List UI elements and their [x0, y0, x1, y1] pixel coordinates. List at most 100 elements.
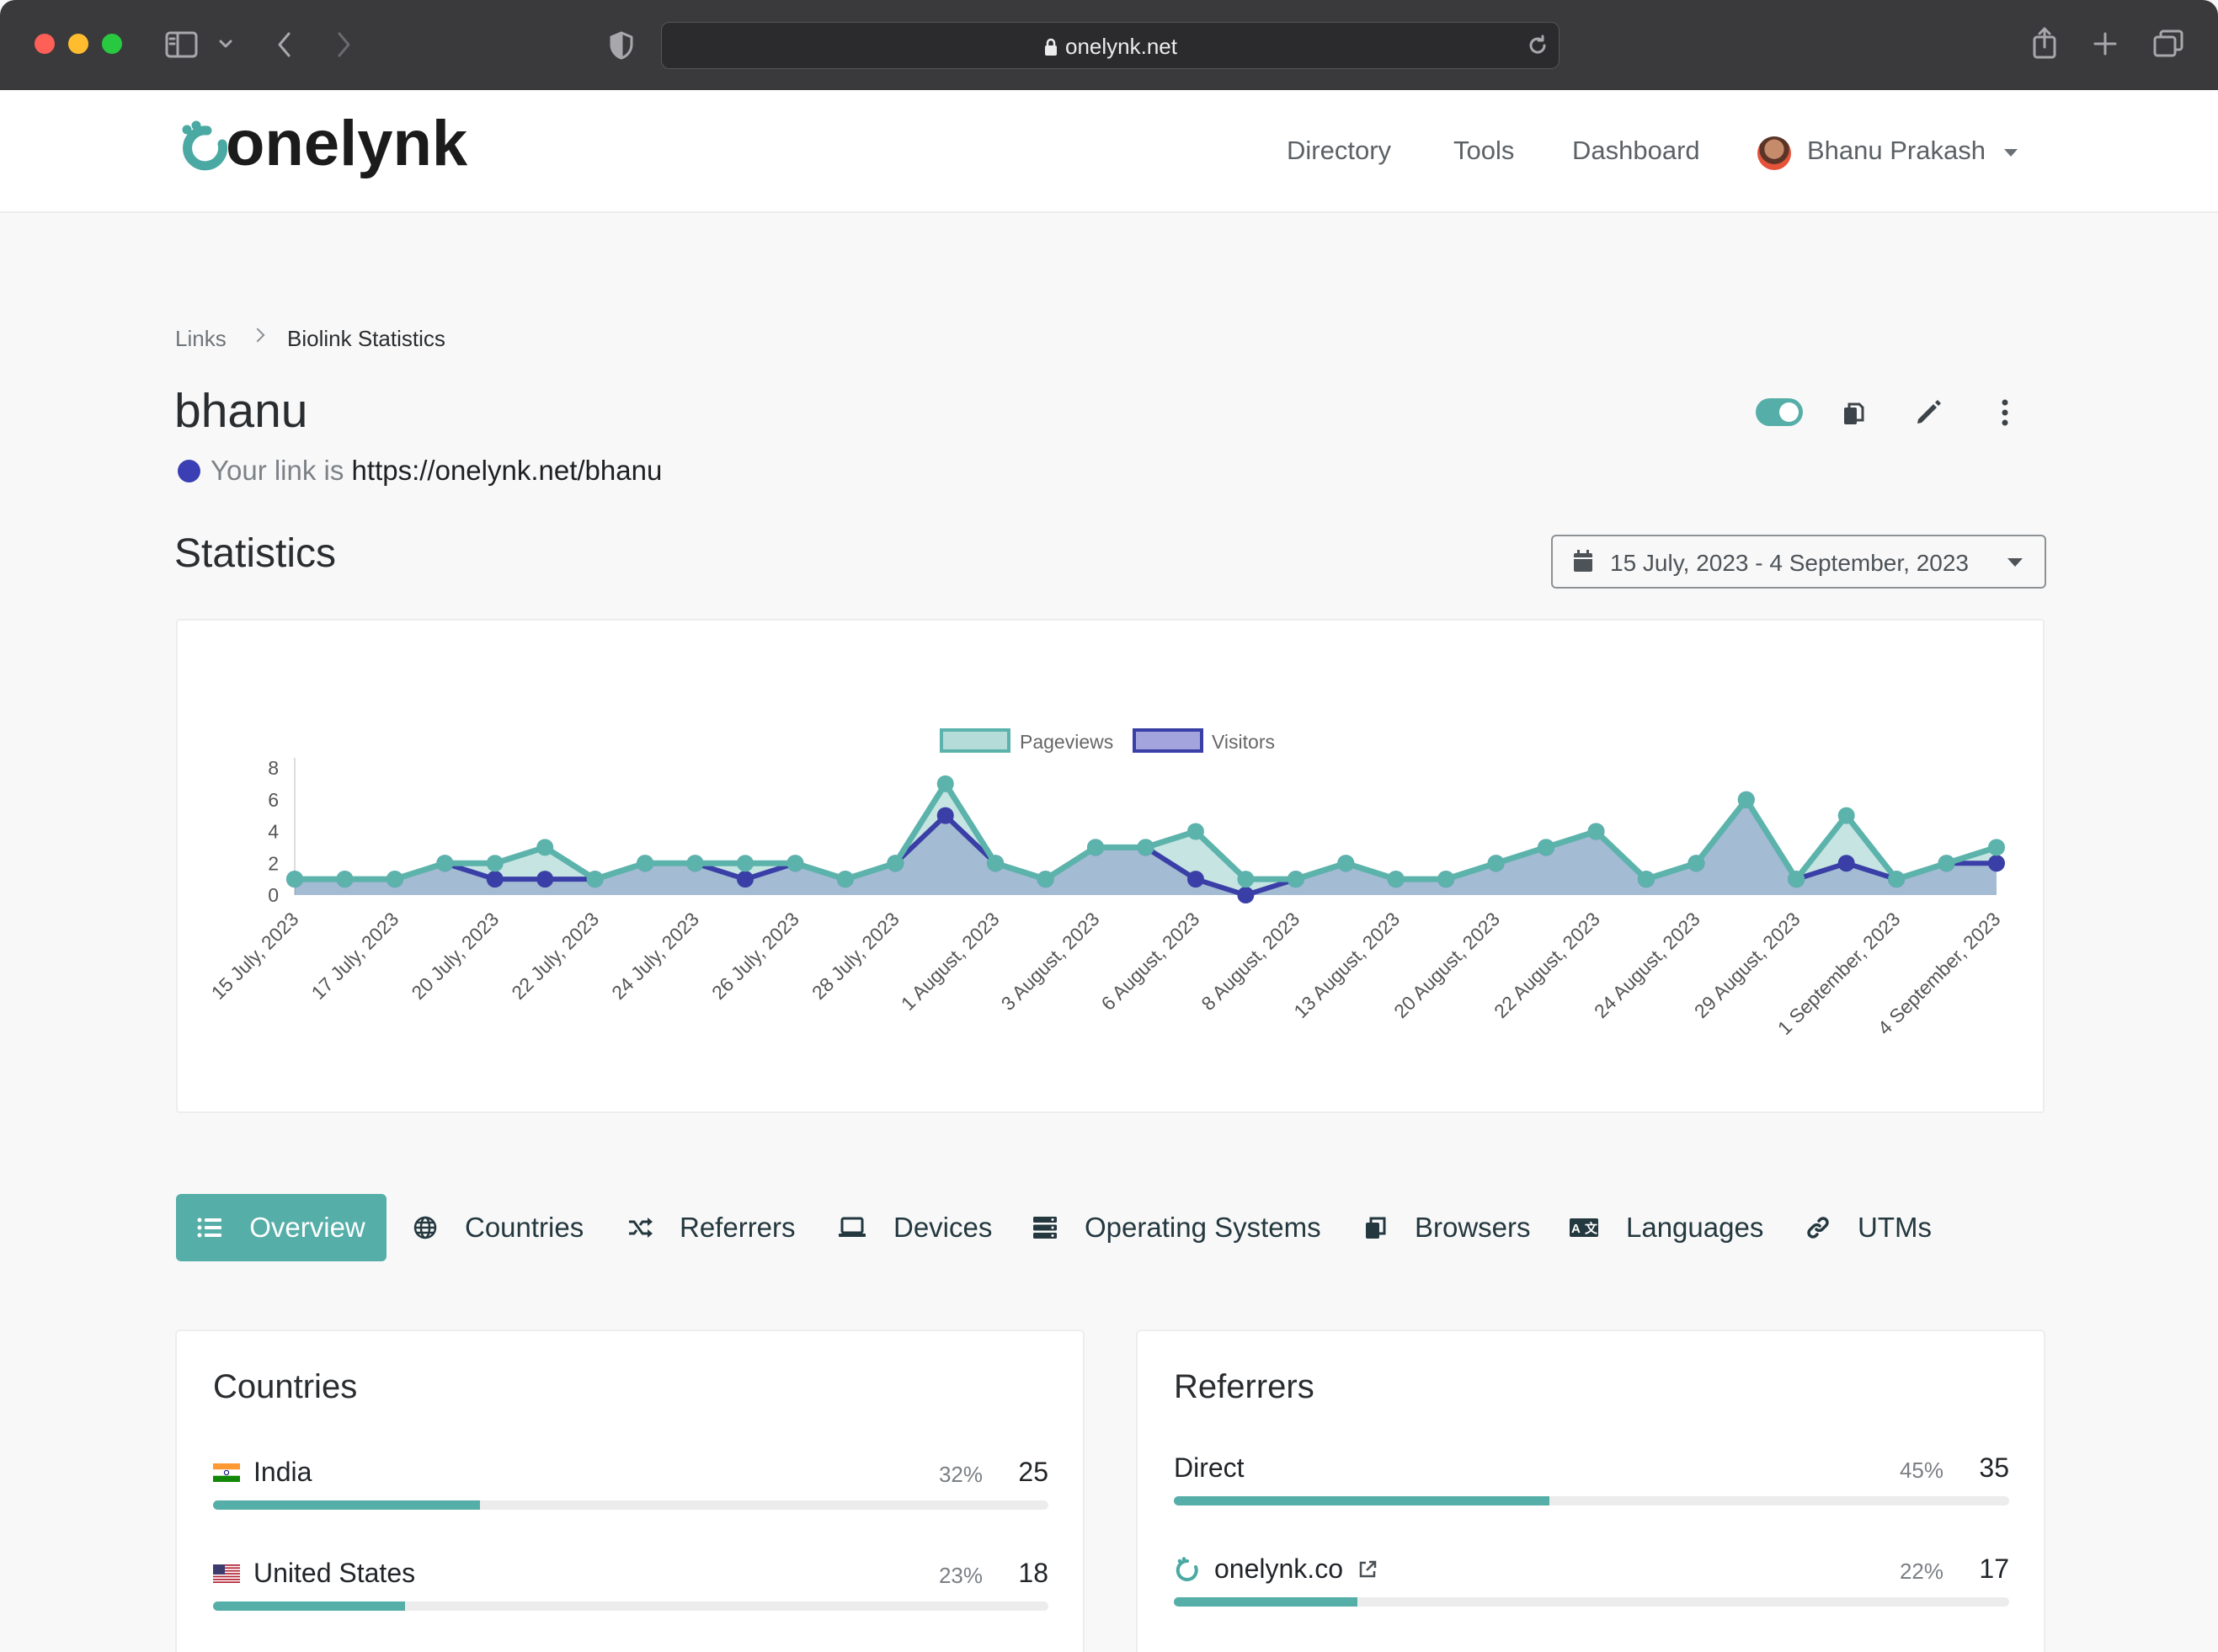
zoom-window-button[interactable] [102, 34, 122, 54]
tab-overview[interactable]: Overview [176, 1194, 387, 1261]
pageviews-point [1437, 871, 1455, 888]
tab-label: Browsers [1415, 1212, 1531, 1243]
x-tick-label: 24 July, 2023 [607, 908, 703, 1004]
nav-dashboard[interactable]: Dashboard [1572, 136, 1700, 166]
tab-browsers[interactable]: Browsers [1364, 1194, 1533, 1261]
external-link-icon[interactable] [1357, 1559, 1378, 1580]
user-menu-name[interactable]: Bhanu Prakash [1807, 136, 1986, 166]
referrers-card: Referrers Direct 45% 35 onelynk.co 22% 1… [1136, 1330, 2045, 1652]
tab-overview-icon[interactable] [2152, 29, 2184, 59]
x-tick-label: 1 August, 2023 [897, 908, 1004, 1015]
x-tick-label: 17 July, 2023 [307, 908, 403, 1004]
breadcrumb-links[interactable]: Links [175, 326, 227, 352]
pageviews-point [836, 871, 854, 888]
pageviews-point [386, 871, 403, 888]
pageviews-point [536, 839, 554, 856]
country-name-united-states: United States [213, 1558, 415, 1589]
us-flag-icon [213, 1564, 240, 1583]
country-label: India [253, 1457, 312, 1487]
tab-languages[interactable]: A 文 Languages [1569, 1194, 1763, 1261]
avatar[interactable] [1757, 136, 1791, 170]
tab-operating-systems[interactable]: Operating Systems [1032, 1194, 1327, 1261]
tab-countries[interactable]: Countries [413, 1194, 606, 1261]
link-icon [1805, 1215, 1844, 1240]
pageviews-point [637, 855, 654, 872]
country-percent: 32% [938, 1462, 983, 1487]
visitors-point [1186, 871, 1204, 888]
back-arrow-icon[interactable] [275, 30, 295, 59]
date-range-text: 15 July, 2023 - 4 September, 2023 [1610, 550, 1969, 576]
country-count: 25 [1018, 1457, 1048, 1487]
close-window-button[interactable] [35, 34, 55, 54]
onelynk-logo[interactable]: onelynk [177, 115, 480, 186]
nav-directory[interactable]: Directory [1287, 136, 1391, 166]
pageviews-point [486, 855, 504, 872]
pageviews-point [1487, 855, 1505, 872]
date-range-picker[interactable]: 15 July, 2023 - 4 September, 2023 [1551, 535, 2046, 589]
referrer-percent: 45% [1899, 1457, 1943, 1483]
forward-arrow-icon[interactable] [333, 30, 354, 59]
minimize-window-button[interactable] [68, 34, 88, 54]
url-text: onelynk.net [1065, 34, 1177, 59]
tab-label: Countries [465, 1212, 584, 1243]
link-enabled-toggle[interactable] [1756, 398, 1803, 426]
legend-label-pageviews: Pageviews [1020, 731, 1113, 753]
logo-text: onelynk [226, 115, 468, 179]
sidebar-icon[interactable] [165, 30, 199, 59]
list-icon [197, 1217, 236, 1239]
statistics-title: Statistics [174, 531, 337, 576]
pageviews-point [1788, 871, 1805, 888]
x-tick-label: 15 July, 2023 [207, 908, 303, 1004]
tab-devices[interactable]: Devices [838, 1194, 998, 1261]
x-tick-label: 29 August, 2023 [1690, 908, 1805, 1022]
x-tick-label: 20 July, 2023 [407, 908, 503, 1004]
countries-card: Countries India 32% 25 United States 23%… [175, 1330, 1085, 1652]
referrer-row-direct[interactable]: Direct 45% 35 [1174, 1452, 2009, 1520]
country-progress-fill [213, 1500, 481, 1510]
pageviews-point [436, 855, 454, 872]
referrer-progress-fill [1174, 1597, 1358, 1607]
country-row-united-states[interactable]: United States 23% 18 [213, 1558, 1048, 1625]
country-name-india: India [213, 1457, 312, 1488]
x-tick-label: 26 July, 2023 [707, 908, 803, 1004]
copy-icon[interactable] [1842, 401, 1865, 428]
shield-icon[interactable] [608, 30, 635, 61]
share-icon[interactable] [2030, 25, 2059, 61]
referrer-label: Direct [1174, 1452, 1245, 1483]
pageviews-point [1237, 871, 1255, 888]
laptop-icon [838, 1217, 880, 1239]
x-tick-label: 24 August, 2023 [1590, 908, 1704, 1022]
country-progress-track [213, 1500, 1048, 1510]
tab-label: Devices [893, 1212, 993, 1243]
pageviews-point [1888, 871, 1906, 888]
countries-card-title: Countries [213, 1368, 358, 1405]
user-menu-caret-icon[interactable] [2004, 149, 2018, 157]
pageviews-point [1737, 791, 1755, 808]
referrer-count: 35 [1979, 1452, 2009, 1483]
tab-referrers[interactable]: Referrers [627, 1194, 796, 1261]
site-header: onelynk Directory Tools Dashboard Bhanu … [0, 90, 2218, 213]
new-tab-icon[interactable] [2092, 30, 2119, 57]
tab-utms[interactable]: UTMs [1805, 1194, 1940, 1261]
nav-tools[interactable]: Tools [1453, 136, 1514, 166]
country-row-india[interactable]: India 32% 25 [213, 1457, 1048, 1524]
country-label: United States [253, 1558, 416, 1588]
visitors-point [536, 871, 554, 888]
language-icon: A文 [1569, 1218, 1613, 1238]
referrer-progress-fill [1174, 1496, 1550, 1505]
statistics-chart-card: Pageviews Visitors 0 2 4 6 8 15 July, 2023 17 Ju… [176, 619, 2045, 1113]
pageviews-point [736, 855, 754, 872]
referrer-count: 17 [1979, 1553, 2009, 1584]
address-bar[interactable]: onelynk.net [661, 22, 1560, 69]
legend-label-visitors: Visitors [1212, 731, 1275, 753]
referrer-row-onelynk-co[interactable]: onelynk.co 22% 17 [1174, 1553, 2009, 1621]
reload-icon[interactable] [1527, 35, 1549, 56]
link-url[interactable]: https://onelynk.net/bhanu [352, 455, 663, 486]
date-range-caret-icon [2007, 558, 2023, 567]
more-options-icon[interactable] [1997, 397, 2013, 428]
legend-swatch-visitors [1133, 728, 1203, 753]
edit-pencil-icon[interactable] [1913, 397, 1943, 428]
chevron-down-icon[interactable] [217, 37, 234, 51]
country-percent: 23% [938, 1563, 983, 1588]
visitors-point [486, 871, 504, 888]
